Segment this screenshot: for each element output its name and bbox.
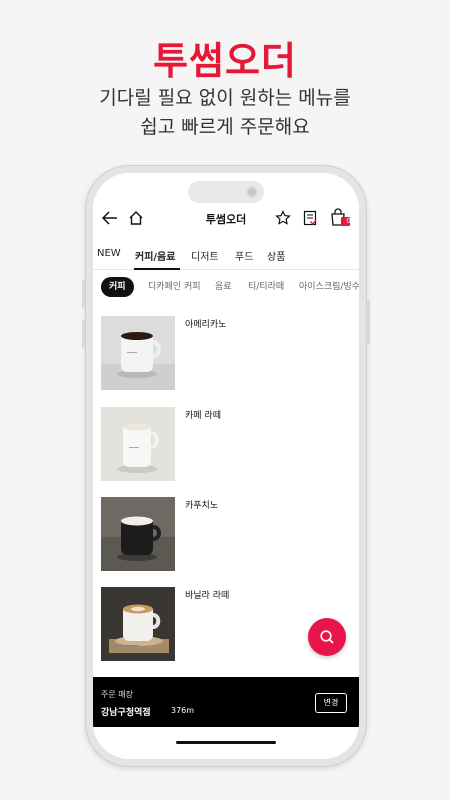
phone-power-button bbox=[367, 300, 370, 344]
app-title: 투썸오더 bbox=[205, 213, 247, 226]
tab-coffee-beverage[interactable]: 커피/음료 bbox=[135, 248, 175, 263]
promo-subtitle-line1: 기다릴 필요 없이 원하는 메뉴를 bbox=[99, 87, 351, 109]
phone-screen: 투썸오더 0 NEW 커피/음료 디저트 푸드 상품 커피 디카페인 커피 음료… bbox=[93, 173, 359, 759]
promo-title: 투썸오더 bbox=[153, 39, 297, 83]
cart-count-badge: 0 bbox=[346, 217, 351, 225]
cafe-latte-image bbox=[101, 407, 175, 481]
menu-item-name: 카페 라떼 bbox=[185, 411, 221, 421]
cart-icon[interactable]: 0 bbox=[329, 208, 351, 228]
active-tab-indicator bbox=[134, 268, 180, 270]
store-name: 강남구청역점 bbox=[101, 708, 151, 718]
americano-image bbox=[101, 316, 175, 390]
store-distance: 376m bbox=[171, 706, 195, 715]
menu-item-name: 아메리카노 bbox=[185, 320, 227, 330]
phone-side-button bbox=[82, 280, 85, 308]
tab-goods[interactable]: 상품 bbox=[267, 248, 285, 263]
menu-item-name: 바닐라 라떼 bbox=[185, 591, 230, 601]
chip-beverage[interactable]: 음료 bbox=[215, 277, 232, 297]
search-icon bbox=[319, 629, 335, 645]
vanilla-latte-image bbox=[101, 587, 175, 661]
menu-item-americano[interactable]: 아메리카노 bbox=[101, 316, 351, 392]
chip-coffee[interactable]: 커피 bbox=[101, 277, 134, 297]
search-button[interactable] bbox=[308, 618, 346, 656]
store-selection-bar: 주문 매장 강남구청역점 376m 변경 bbox=[93, 677, 359, 727]
menu-item-cafe-latte[interactable]: 카페 라떼 bbox=[101, 407, 351, 483]
home-indicator bbox=[176, 741, 276, 744]
chip-tea-latte[interactable]: 티/티라떼 bbox=[248, 277, 284, 297]
promo-subtitle-line2: 쉽고 빠르게 주문해요 bbox=[140, 116, 310, 138]
star-icon[interactable] bbox=[274, 209, 292, 227]
menu-item-name: 카푸치노 bbox=[185, 501, 219, 511]
dynamic-island bbox=[188, 181, 264, 203]
change-store-button[interactable]: 변경 bbox=[315, 693, 347, 713]
tab-dessert[interactable]: 디저트 bbox=[191, 248, 219, 263]
category-tabs: NEW 커피/음료 디저트 푸드 상품 bbox=[93, 242, 359, 270]
app-header: 투썸오더 0 bbox=[93, 207, 359, 231]
phone-side-button bbox=[82, 320, 85, 348]
camera-icon bbox=[246, 186, 258, 198]
tab-food[interactable]: 푸드 bbox=[235, 248, 253, 263]
promo-subtitle: 기다릴 필요 없이 원하는 메뉴를 쉽고 빠르게 주문해요 bbox=[0, 84, 450, 142]
chip-decaf-coffee[interactable]: 디카페인 커피 bbox=[148, 277, 201, 297]
tab-new[interactable]: NEW bbox=[97, 248, 121, 259]
store-label: 주문 매장 bbox=[101, 690, 133, 699]
menu-item-cappuccino[interactable]: 카푸치노 bbox=[101, 497, 351, 573]
chip-icecream-bingsu[interactable]: 아이스크림/빙수 bbox=[299, 277, 359, 297]
subcategory-chips: 커피 디카페인 커피 음료 티/티라떼 아이스크림/빙수 bbox=[93, 274, 359, 298]
order-history-icon[interactable] bbox=[301, 209, 319, 227]
cappuccino-image bbox=[101, 497, 175, 571]
